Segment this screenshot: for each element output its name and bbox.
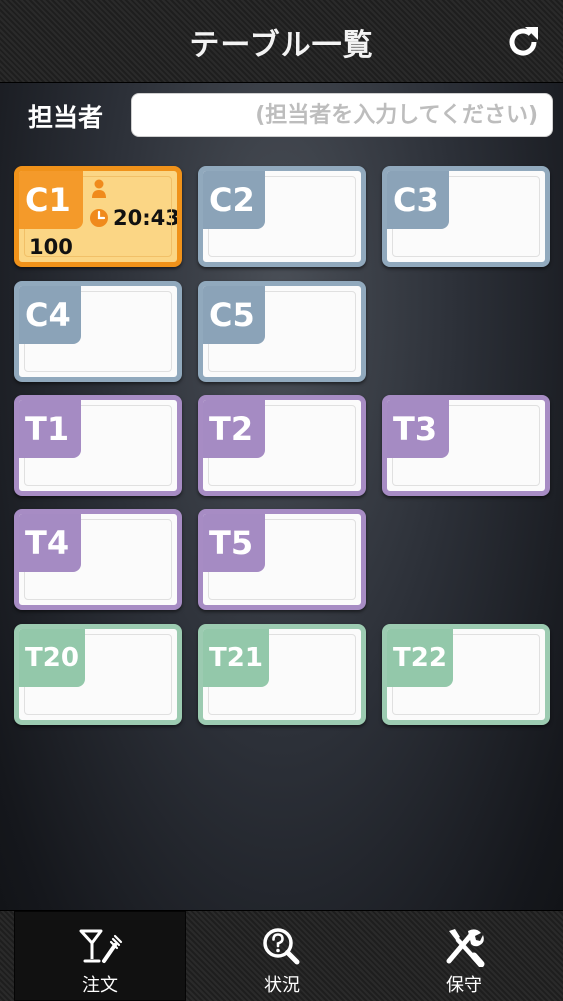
table-label: T1	[19, 400, 81, 458]
page-title: テーブル一覧	[189, 28, 374, 63]
refresh-button[interactable]	[503, 22, 543, 62]
tab-maintenance[interactable]: 保守	[378, 911, 550, 1001]
table-label: T3	[387, 400, 449, 458]
tools-icon	[446, 929, 485, 967]
table-label: T22	[387, 629, 453, 687]
table-label: T2	[203, 400, 265, 458]
tab-label: 注文	[82, 975, 118, 996]
table-c5[interactable]: C5	[198, 281, 366, 382]
refresh-icon	[509, 27, 538, 56]
table-label: C4	[19, 286, 81, 344]
table-t3[interactable]: T3	[382, 395, 550, 496]
table-t5[interactable]: T5	[198, 509, 366, 610]
table-label: C3	[387, 171, 449, 229]
tab-bar: 注文 状況 保守	[0, 910, 563, 1001]
tab-status[interactable]: 状況	[196, 911, 368, 1001]
table-t22[interactable]: T22	[382, 624, 550, 725]
table-label: T20	[19, 629, 85, 687]
table-t21[interactable]: T21	[198, 624, 366, 725]
table-t2[interactable]: T2	[198, 395, 366, 496]
table-label: C5	[203, 286, 265, 344]
table-label: C1	[19, 171, 83, 229]
table-t20[interactable]: T20	[14, 624, 182, 725]
person-icon	[92, 179, 106, 198]
tab-label: 保守	[446, 975, 482, 996]
staff-input[interactable]	[131, 93, 553, 137]
table-label: T21	[203, 629, 269, 687]
table-c2[interactable]: C2	[198, 166, 366, 267]
table-label: T4	[19, 514, 81, 572]
table-c1[interactable]: C1 20:43 100	[14, 166, 182, 267]
search-question-icon	[263, 928, 300, 965]
clock-icon	[90, 209, 108, 227]
navigation-bar: テーブル一覧	[0, 0, 563, 83]
staff-row: 担当者	[0, 90, 563, 140]
elapsed-time: 20:43	[113, 206, 180, 230]
table-amount: 100	[29, 235, 73, 259]
tab-label: 状況	[264, 975, 300, 996]
table-t1[interactable]: T1	[14, 395, 182, 496]
table-c4[interactable]: C4	[14, 281, 182, 382]
table-c3[interactable]: C3	[382, 166, 550, 267]
table-t4[interactable]: T4	[14, 509, 182, 610]
table-label: T5	[203, 514, 265, 572]
table-label: C2	[203, 171, 265, 229]
staff-label: 担当者	[28, 103, 104, 132]
tab-order[interactable]: 注文	[14, 911, 186, 1001]
cocktail-fork-icon	[79, 929, 123, 963]
